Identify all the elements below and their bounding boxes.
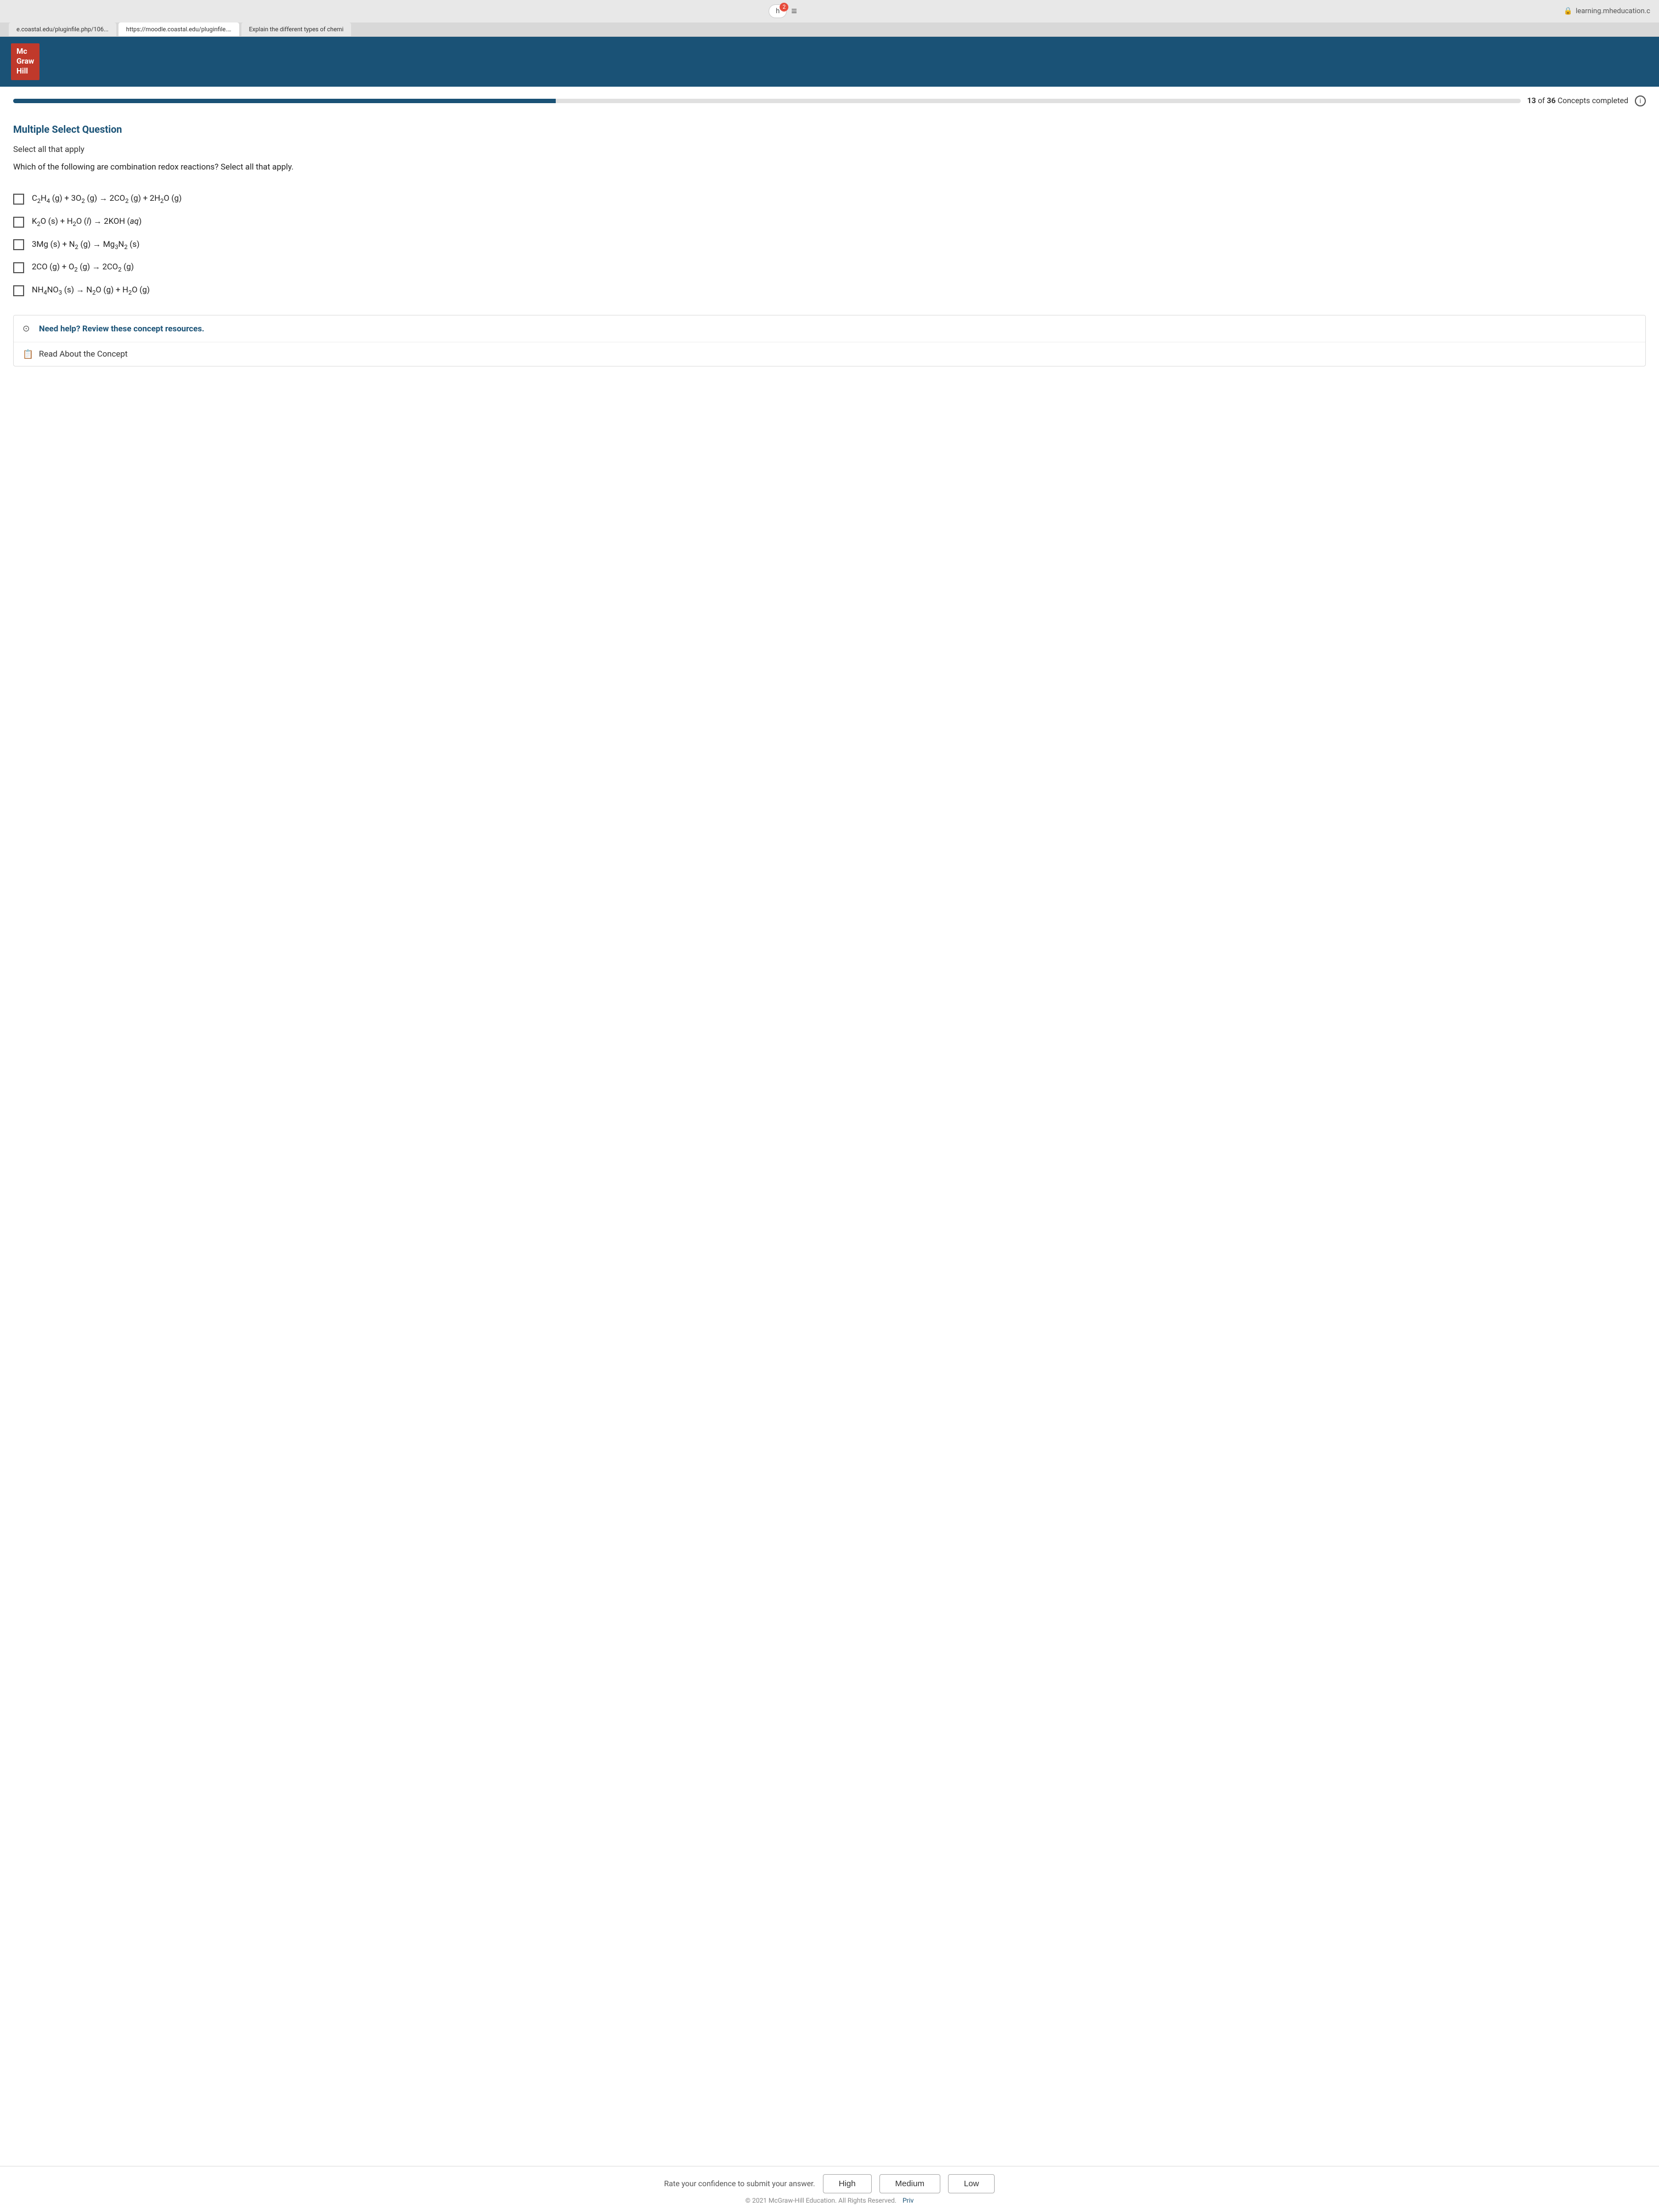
progress-area: 13 of 36 Concepts completed i xyxy=(0,87,1659,111)
help-section: ⊙ Need help? Review these concept resour… xyxy=(13,315,1646,366)
question-instruction: Select all that apply xyxy=(13,144,1646,154)
chevron-down-icon: ⊙ xyxy=(22,323,33,334)
checkbox-4[interactable] xyxy=(13,262,24,273)
readwise-badge: 2 xyxy=(780,3,788,12)
option-1[interactable]: C2H4 (g) + 3O2 (g) → 2CO2 (g) + 2H2O (g) xyxy=(13,193,1646,206)
checkbox-3[interactable] xyxy=(13,239,24,250)
confidence-high-button[interactable]: High xyxy=(823,2174,872,2193)
menu-icon[interactable]: ≡ xyxy=(791,5,797,17)
confidence-row: Rate your confidence to submit your answ… xyxy=(13,2174,1646,2193)
lock-area: 🔒 learning.mheducation.c xyxy=(1564,7,1650,15)
question-container: Multiple Select Question Select all that… xyxy=(0,111,1659,193)
readwise-button[interactable]: h 2 xyxy=(769,4,787,18)
option-3-text: 3Mg (s) + N2 (g) → Mg3N2 (s) xyxy=(32,239,139,252)
option-2-text: K2O (s) + H2O (l) → 2KOH (aq) xyxy=(32,216,142,229)
option-4-text: 2CO (g) + O2 (g) → 2CO2 (g) xyxy=(32,261,134,274)
page-footer: Rate your confidence to submit your answ… xyxy=(0,2166,1659,2212)
question-type-label: Multiple Select Question xyxy=(13,124,1646,136)
progress-of: of xyxy=(1538,97,1545,105)
help-toggle[interactable]: ⊙ Need help? Review these concept resour… xyxy=(14,315,1645,342)
checkbox-5[interactable] xyxy=(13,285,24,296)
confidence-label: Rate your confidence to submit your answ… xyxy=(664,2180,815,2188)
option-5[interactable]: NH4NO3 (s) → N2O (g) + H2O (g) xyxy=(13,284,1646,297)
help-title: Need help? Review these concept resource… xyxy=(39,324,204,334)
domain-label: learning.mheducation.c xyxy=(1576,7,1650,15)
tab-1[interactable]: e.coastal.edu/pluginfile.php/106... xyxy=(9,22,116,36)
tab-2[interactable]: https://moodle.coastal.edu/pluginfile.ph… xyxy=(119,22,239,36)
option-2[interactable]: K2O (s) + H2O (l) → 2KOH (aq) xyxy=(13,216,1646,229)
address-bar: h 2 ≡ xyxy=(9,4,1557,18)
confidence-medium-button[interactable]: Medium xyxy=(879,2174,940,2193)
read-concept-link[interactable]: 📋 Read About the Concept xyxy=(22,349,1637,359)
option-5-text: NH4NO3 (s) → N2O (g) + H2O (g) xyxy=(32,284,150,297)
book-icon: 📋 xyxy=(22,349,33,359)
info-icon[interactable]: i xyxy=(1635,95,1646,106)
option-3[interactable]: 3Mg (s) + N2 (g) → Mg3N2 (s) xyxy=(13,239,1646,252)
checkbox-2[interactable] xyxy=(13,217,24,228)
browser-chrome: h 2 ≡ 🔒 learning.mheducation.c e.coastal… xyxy=(0,0,1659,37)
help-content: 📋 Read About the Concept xyxy=(14,342,1645,366)
progress-suffix: Concepts completed xyxy=(1558,97,1628,105)
confidence-low-button[interactable]: Low xyxy=(948,2174,995,2193)
privacy-link[interactable]: Priv xyxy=(902,2197,913,2204)
read-concept-label: Read About the Concept xyxy=(39,349,128,359)
option-1-text: C2H4 (g) + 3O2 (g) → 2CO2 (g) + 2H2O (g) xyxy=(32,193,182,206)
answer-options: C2H4 (g) + 3O2 (g) → 2CO2 (g) + 2H2O (g)… xyxy=(0,193,1659,297)
page-wrapper: Mc Graw Hill 13 of 36 Concepts completed… xyxy=(0,37,1659,2205)
lock-icon: 🔒 xyxy=(1564,7,1572,15)
progress-filled xyxy=(13,99,556,103)
copyright-text: © 2021 McGraw-Hill Education. All Rights… xyxy=(13,2193,1646,2204)
tab-3[interactable]: Explain the different types of chemi xyxy=(241,22,351,36)
question-text: Which of the following are combination r… xyxy=(13,161,1646,173)
mcgraw-logo: Mc Graw Hill xyxy=(11,43,40,80)
option-4[interactable]: 2CO (g) + O2 (g) → 2CO2 (g) xyxy=(13,261,1646,274)
progress-bar xyxy=(13,99,1521,103)
progress-text: 13 of 36 Concepts completed xyxy=(1527,97,1628,105)
readwise-label: h xyxy=(776,7,780,15)
mcgraw-header: Mc Graw Hill xyxy=(0,37,1659,87)
browser-toolbar: h 2 ≡ 🔒 learning.mheducation.c xyxy=(0,0,1659,22)
checkbox-1[interactable] xyxy=(13,194,24,205)
tab-bar: e.coastal.edu/pluginfile.php/106... http… xyxy=(0,22,1659,36)
